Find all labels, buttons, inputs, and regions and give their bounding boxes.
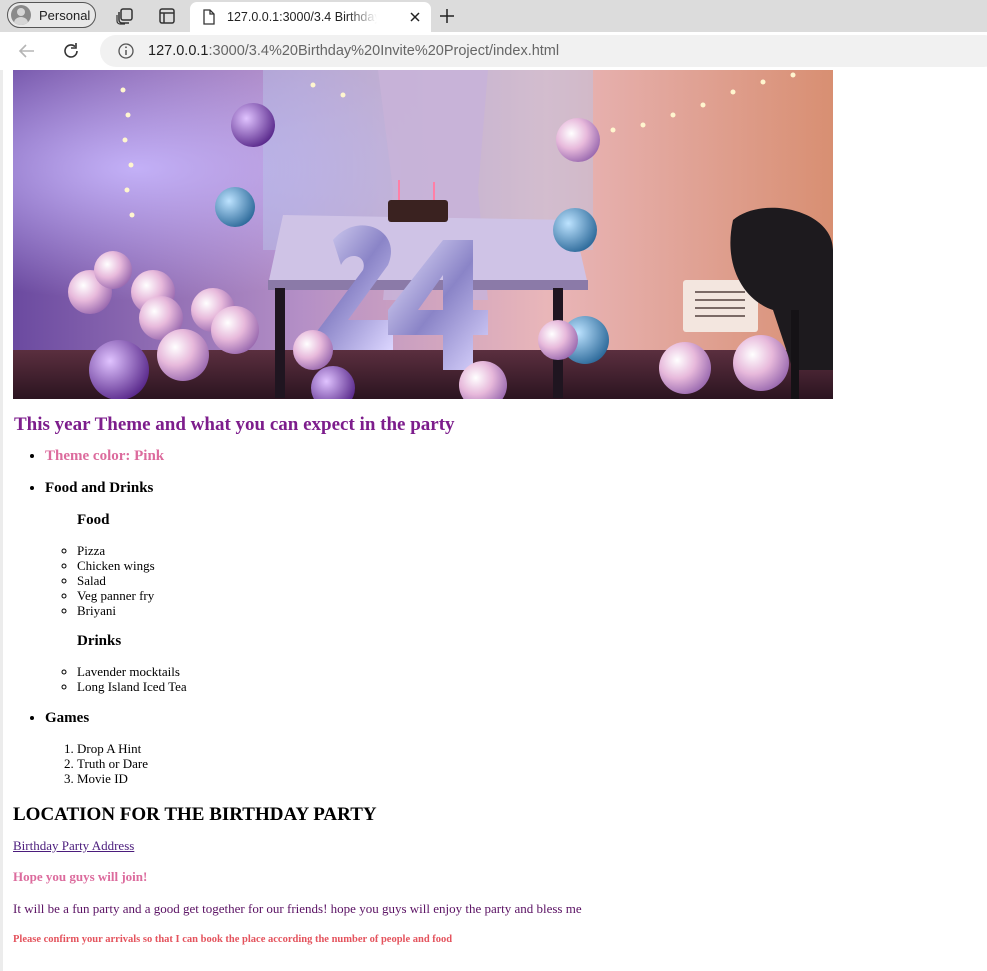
close-icon[interactable] <box>408 10 422 24</box>
avatar-icon <box>11 5 31 25</box>
drink-item: Lavender mocktails <box>77 664 973 679</box>
food-item: Chicken wings <box>77 558 973 573</box>
theme-color-heading: Theme color: Pink <box>45 448 165 464</box>
birthday-party-photo <box>13 70 833 399</box>
drinks-list: Lavender mocktails Long Island Iced Tea <box>45 664 973 694</box>
food-and-drinks-heading: Food and Drinks <box>45 480 154 496</box>
back-arrow-icon[interactable] <box>17 41 37 61</box>
file-icon <box>203 9 215 25</box>
plus-icon[interactable] <box>438 7 456 25</box>
drinks-heading: Drinks <box>77 633 122 649</box>
address-link[interactable]: Birthday Party Address <box>13 838 134 854</box>
list-item: Theme color: Pink <box>45 447 973 465</box>
url-text: 127.0.0.1:3000/3.4%20Birthday%20Invite%2… <box>148 43 560 59</box>
food-item: Salad <box>77 573 973 588</box>
confirm-arrivals-text: Please confirm your arrivals so that I c… <box>13 934 453 945</box>
food-list: Pizza Chicken wings Salad Veg panner fry… <box>45 543 973 618</box>
tab-actions-icon[interactable] <box>157 6 177 26</box>
url-field[interactable]: 127.0.0.1:3000/3.4%20Birthday%20Invite%2… <box>100 35 987 67</box>
tab-strip: Personal 127.0.0.1:3000/3.4 Birthday Inv… <box>0 0 987 32</box>
address-bar: 127.0.0.1:3000/3.4%20Birthday%20Invite%2… <box>0 32 987 70</box>
profile-button[interactable]: Personal <box>7 2 96 28</box>
game-item: Truth or Dare <box>77 756 973 771</box>
food-item: Briyani <box>77 603 973 618</box>
food-item: Veg panner fry <box>77 588 973 603</box>
games-heading: Games <box>45 710 90 726</box>
hope-text: Hope you guys will join! <box>13 869 148 884</box>
fun-party-text: It will be a fun party and a good get to… <box>13 901 582 916</box>
game-item: Movie ID <box>77 771 973 786</box>
list-item: Food and Drinks Food Pizza Chicken wings… <box>45 479 973 694</box>
profile-label: Personal <box>39 7 91 23</box>
theme-heading: This year Theme and what you can expect … <box>14 414 455 435</box>
tab-title: 127.0.0.1:3000/3.4 Birthday Invite Proje… <box>227 10 377 24</box>
drink-item: Long Island Iced Tea <box>77 679 973 694</box>
game-item: Drop A Hint <box>77 741 973 756</box>
list-item: Games Drop A Hint Truth or Dare Movie ID <box>45 709 973 786</box>
collections-icon[interactable] <box>115 6 135 26</box>
page-content: This year Theme and what you can expect … <box>13 70 973 946</box>
food-heading: Food <box>77 512 110 528</box>
food-and-drinks-section: Food Pizza Chicken wings Salad Veg panne… <box>77 511 973 694</box>
reload-icon[interactable] <box>61 41 81 61</box>
tab-active[interactable]: 127.0.0.1:3000/3.4 Birthday Invite Proje… <box>190 2 431 32</box>
info-icon[interactable] <box>117 42 135 60</box>
location-heading: LOCATION FOR THE BIRTHDAY PARTY <box>13 804 377 825</box>
food-item: Pizza <box>77 543 973 558</box>
games-list: Drop A Hint Truth or Dare Movie ID <box>45 741 973 786</box>
page-viewport: This year Theme and what you can expect … <box>0 70 987 971</box>
party-details-list: Theme color: Pink Food and Drinks Food P… <box>13 447 973 786</box>
